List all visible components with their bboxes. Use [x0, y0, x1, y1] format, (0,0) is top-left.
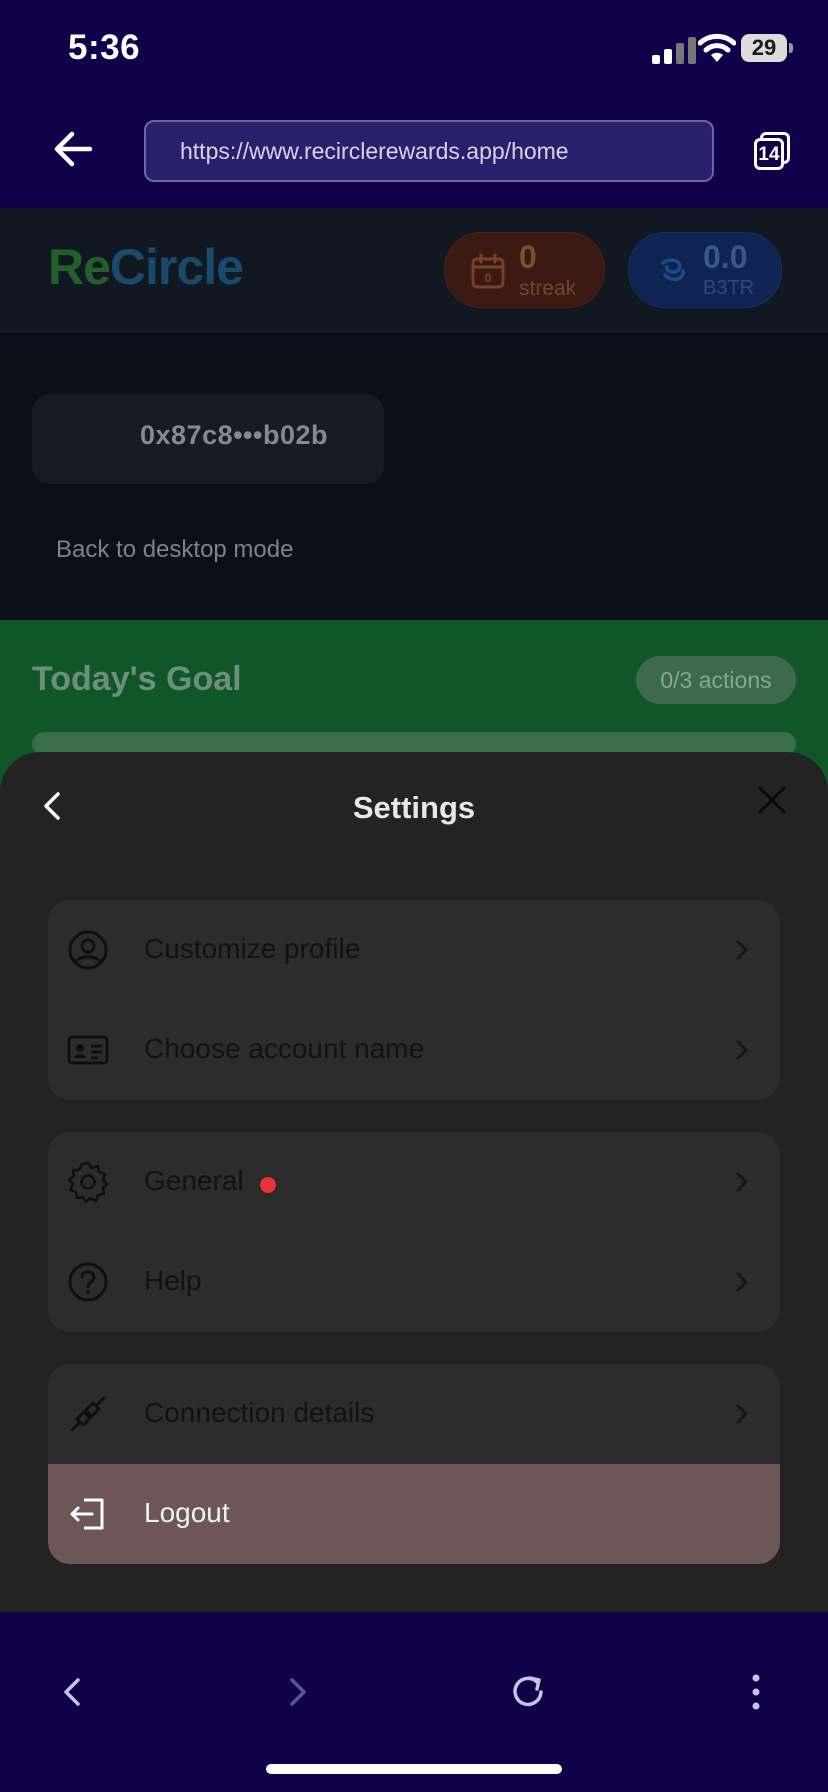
- settings-item-general[interactable]: General: [48, 1132, 780, 1232]
- goal-title: Today's Goal: [32, 660, 242, 698]
- app-header: ReCircle 0 0 streak 0.0 B3TR: [0, 208, 828, 332]
- browser-back-arrow-icon[interactable]: [50, 126, 96, 172]
- reload-icon[interactable]: [508, 1670, 548, 1714]
- logout-label: Logout: [144, 1497, 230, 1528]
- wallet-address: 0x87c8•••b02b: [140, 420, 328, 450]
- chevron-right-icon: [736, 1040, 748, 1060]
- status-time: 5:36: [68, 28, 141, 67]
- tab-count: 14: [754, 138, 784, 170]
- settings-sheet: Settings Customize profile Choose accoun…: [0, 752, 828, 1612]
- browser-back-icon[interactable]: [52, 1670, 92, 1714]
- more-options-icon[interactable]: [736, 1670, 776, 1714]
- url-bar[interactable]: https://www.recirclerewards.app/home: [144, 120, 714, 182]
- recircle-logo[interactable]: ReCircle: [48, 238, 244, 296]
- tabs-button[interactable]: 14: [750, 130, 794, 174]
- settings-title: Settings: [352, 790, 476, 825]
- settings-group-general: General Help: [48, 1132, 780, 1332]
- chevron-right-icon: [736, 940, 748, 960]
- battery-tip: [789, 43, 793, 53]
- settings-item-label: Customize profile: [144, 933, 361, 964]
- settings-item-connection-details[interactable]: Connection details: [48, 1364, 780, 1464]
- battery-indicator: 29: [741, 34, 787, 62]
- back-to-desktop-link[interactable]: Back to desktop mode: [56, 536, 293, 564]
- plug-icon: [70, 1396, 106, 1432]
- wallet-address-card[interactable]: 0x87c8•••b02b: [32, 394, 384, 484]
- logo-part-circle: Circle: [109, 239, 244, 295]
- streak-pill[interactable]: 0 0 streak: [444, 232, 605, 308]
- goal-actions-badge: 0/3 actions: [636, 656, 796, 704]
- settings-group-profile: Customize profile Choose account name: [48, 900, 780, 1100]
- settings-item-customize-profile[interactable]: Customize profile: [48, 900, 780, 1000]
- logout-icon: [70, 1498, 104, 1530]
- chevron-right-icon: [736, 1172, 748, 1192]
- settings-item-label: General: [144, 1165, 244, 1196]
- notification-dot: [260, 1177, 276, 1193]
- settings-item-label: Choose account name: [144, 1033, 425, 1064]
- streak-value: 0: [519, 239, 537, 275]
- help-circle-icon: [68, 1262, 108, 1302]
- settings-item-choose-account-name[interactable]: Choose account name: [48, 1000, 780, 1100]
- settings-item-label: Help: [144, 1265, 202, 1296]
- chevron-right-icon: [736, 1404, 748, 1424]
- cellular-signal-icon: [652, 36, 696, 64]
- browser-bottom-bar: [0, 1612, 828, 1792]
- logo-part-re: Re: [48, 239, 111, 295]
- settings-item-label: Connection details: [144, 1397, 375, 1428]
- b3tr-label: B3TR: [703, 277, 755, 299]
- b3tr-balance-pill[interactable]: 0.0 B3TR: [628, 232, 782, 308]
- svg-text:0: 0: [485, 271, 492, 285]
- browser-forward-icon[interactable]: [278, 1670, 318, 1714]
- gear-icon: [67, 1161, 109, 1204]
- wifi-icon: [698, 33, 736, 62]
- b3tr-token-icon: [661, 258, 685, 282]
- close-icon[interactable]: [756, 784, 788, 816]
- calendar-icon: 0: [471, 253, 505, 289]
- user-circle-icon: [68, 930, 108, 970]
- streak-label: streak: [519, 277, 577, 300]
- id-card-icon: [67, 1035, 109, 1065]
- b3tr-value: 0.0: [703, 239, 748, 275]
- settings-group-connection: Connection details Logout: [48, 1364, 780, 1564]
- chevron-right-icon: [736, 1272, 748, 1292]
- settings-item-help[interactable]: Help: [48, 1232, 780, 1332]
- logout-button[interactable]: Logout: [48, 1464, 780, 1564]
- home-indicator: [266, 1764, 562, 1774]
